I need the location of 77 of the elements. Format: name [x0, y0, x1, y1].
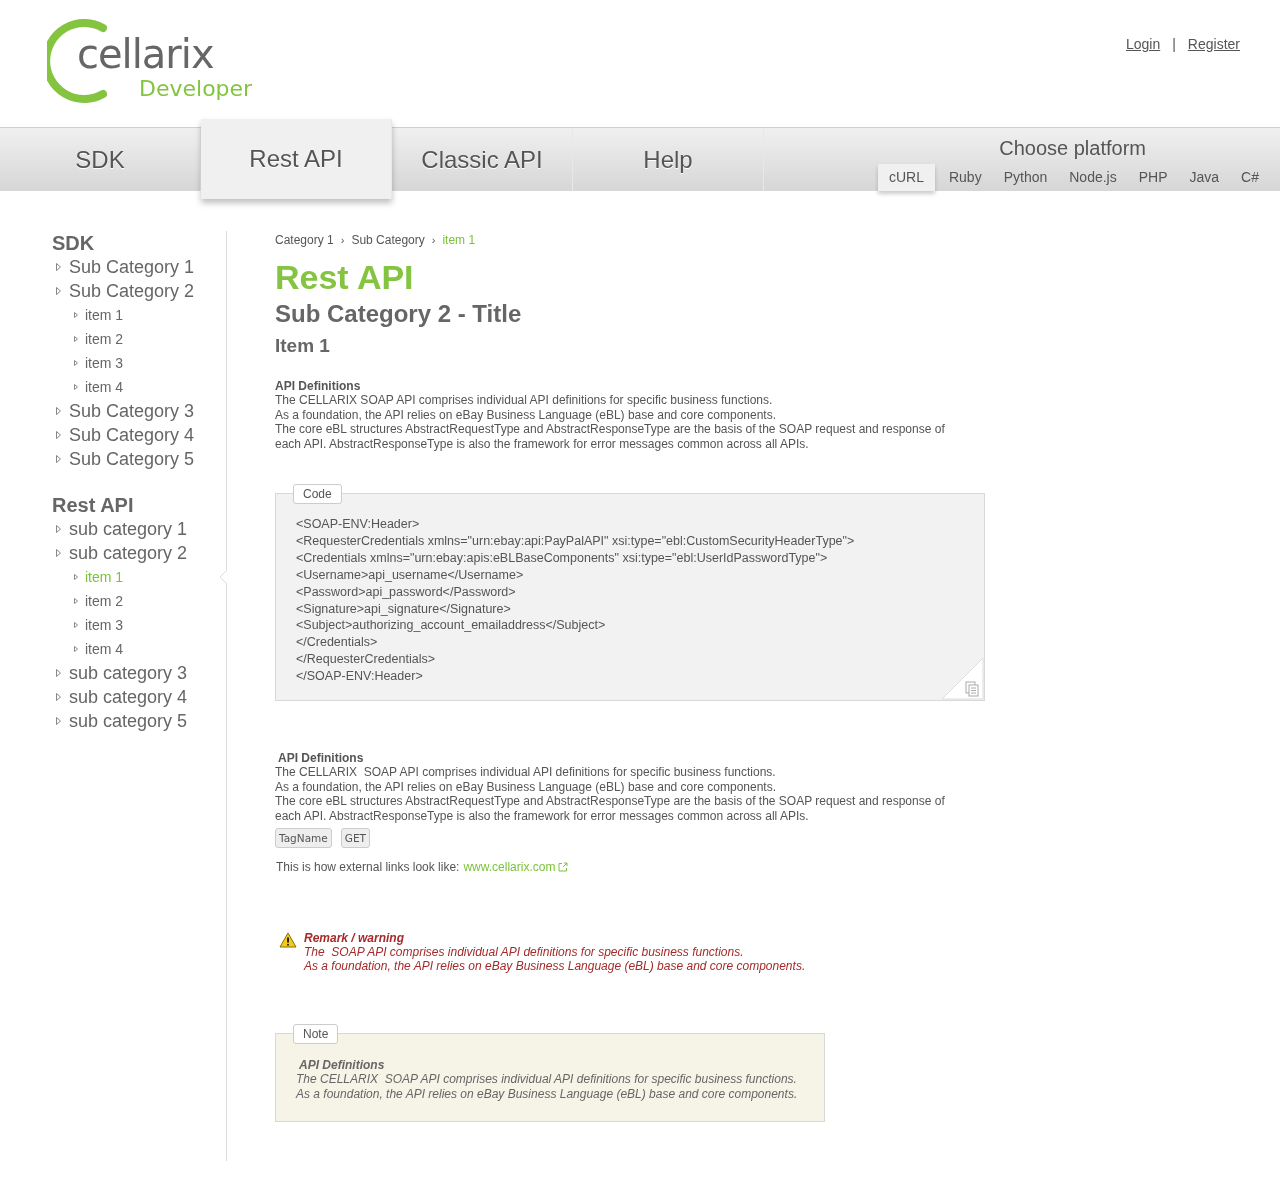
triangle-bullet-icon — [74, 360, 78, 366]
platform-heading: Choose platform — [999, 137, 1146, 160]
triangle-bullet-icon — [74, 646, 78, 652]
breadcrumb-link[interactable]: Category 1 — [275, 233, 334, 247]
sidebar-heading: Rest API — [52, 493, 135, 517]
paragraph-heading: API Definitions — [278, 751, 365, 765]
platform-option[interactable]: Ruby — [940, 164, 990, 191]
triangle-bullet-icon — [56, 525, 61, 533]
paragraph: The CELLARIX SOAP API comprises individual API definitions for specific business functions. As a foundation, the API relies on eBay Business Language (eBL) base and core components. The core eBL structures AbstractRequestType and AbstractResponseType are the basis of the SOAP request and response of each API. AbstractResponseType is also the framework for error messages common across all APIs. — [275, 393, 946, 451]
warning-title: Remark / warning — [304, 931, 406, 945]
link-caption: This is how external links look like: — [276, 860, 460, 874]
code-label: Code — [293, 484, 342, 504]
platform-option[interactable]: Node.js — [1061, 164, 1125, 191]
note-label: Note — [293, 1024, 339, 1044]
sidebar-item[interactable]: Sub Category 1 — [69, 256, 195, 278]
sidebar-item[interactable]: sub category 2 — [69, 542, 188, 564]
triangle-bullet-icon — [56, 717, 61, 725]
sidebar-subitem[interactable]: item 3 — [85, 355, 124, 371]
note-text: The CELLARIX SOAP API comprises individual API definitions for specific business functions. As a foundation, the API relies on eBay Business Language (eBL) base and core components. — [296, 1072, 799, 1101]
sidebar-item[interactable]: Sub Category 2 — [69, 280, 195, 302]
code-text: <SOAP-ENV:Header> <RequesterCredentials xmlns="urn:ebay:api:PayPalAPI" xsi:type="ebl:CustomSecurityHeaderType"> <Credentials xmlns="urn:ebay:apis:eBLBaseComponents" xsi:type="ebl:UserIdPasswordType"> <Username>api_username</Username> <Password>api_password</Password> <Signature>api_signature</Signature> <Subject>authorizing_account_emailaddress</Subject> </Credentials> </RequesterCredentials> </SOAP-ENV:Header> — [296, 516, 856, 686]
triangle-bullet-icon — [56, 431, 61, 439]
tag: GET — [340, 828, 370, 848]
logo-tagline: Developer — [139, 76, 253, 102]
nav-tab[interactable]: Classic API — [392, 128, 573, 191]
header-link[interactable]: Register — [1187, 36, 1240, 127]
item-title: Item 1 — [275, 334, 331, 358]
triangle-bullet-icon — [56, 455, 61, 463]
sidebar-item[interactable]: Sub Category 4 — [69, 424, 195, 446]
sidebar-subitem[interactable]: item 4 — [85, 641, 124, 657]
triangle-bullet-icon — [56, 693, 61, 701]
page-title: Rest API — [275, 257, 415, 297]
triangle-bullet-icon — [74, 574, 78, 580]
sidebar-subitem[interactable]: item 1 — [85, 307, 124, 323]
platform-option[interactable]: Python — [995, 164, 1056, 191]
sidebar-item[interactable]: sub category 1 — [69, 518, 188, 540]
sidebar-item[interactable]: Sub Category 3 — [69, 400, 195, 422]
platform-option[interactable]: Java — [1181, 164, 1228, 191]
platform-option[interactable]: PHP — [1130, 164, 1176, 191]
sidebar-subitem[interactable]: item 2 — [85, 331, 124, 347]
external-link-icon — [558, 862, 569, 872]
tag: TagName — [275, 828, 332, 848]
sidebar-item[interactable]: Sub Category 5 — [69, 448, 195, 470]
breadcrumb-separator: › — [431, 234, 436, 246]
triangle-bullet-icon — [56, 263, 61, 271]
sidebar-item[interactable]: sub category 5 — [69, 710, 188, 732]
nav-tab[interactable]: Help — [573, 128, 764, 191]
triangle-bullet-icon — [74, 622, 78, 628]
nav-tab[interactable]: Rest API — [201, 119, 392, 199]
triangle-bullet-icon — [56, 287, 61, 295]
triangle-bullet-icon — [56, 549, 61, 557]
triangle-bullet-icon — [56, 669, 61, 677]
sidebar-item[interactable]: sub category 4 — [69, 686, 188, 708]
sidebar-subitem[interactable]: item 4 — [85, 379, 124, 395]
platform-option[interactable]: cURL — [877, 164, 935, 191]
sidebar-subitem[interactable]: item 2 — [85, 593, 124, 609]
copy-icon[interactable] — [942, 658, 984, 700]
sidebar-item[interactable]: sub category 3 — [69, 662, 188, 684]
sidebar-heading: SDK — [52, 231, 96, 255]
paragraph: The CELLARIX SOAP API comprises individual API definitions for specific business functions. As a foundation, the API relies on eBay Business Language (eBL) base and core components. The core eBL structures AbstractRequestType and AbstractResponseType are the basis of the SOAP request and response of each API. AbstractResponseType is also the framework for error messages common across all APIs. — [275, 765, 946, 823]
breadcrumb-link[interactable]: Sub Category — [351, 233, 425, 247]
triangle-bullet-icon — [74, 598, 78, 604]
warning-icon — [279, 932, 297, 948]
triangle-bullet-icon — [74, 312, 78, 318]
logo-wordmark: cellarix — [77, 32, 215, 76]
triangle-bullet-icon — [74, 384, 78, 390]
note-heading: API Definitions — [299, 1058, 386, 1072]
link-separator: | — [1172, 36, 1176, 54]
breadcrumb-separator: › — [340, 234, 345, 246]
warning-text: The SOAP API comprises individual API definitions for specific business functions. As a foundation, the API relies on eBay Business Language (eBL) base and core components. — [304, 945, 806, 973]
paragraph-heading: API Definitions — [275, 379, 362, 393]
sidebar-subitem[interactable]: item 3 — [85, 617, 124, 633]
platform-option[interactable]: C# — [1233, 164, 1267, 191]
triangle-bullet-icon — [56, 407, 61, 415]
section-title: Sub Category 2 - Title — [275, 299, 523, 329]
header-link[interactable]: Login — [1125, 36, 1161, 127]
triangle-bullet-icon — [74, 336, 78, 342]
